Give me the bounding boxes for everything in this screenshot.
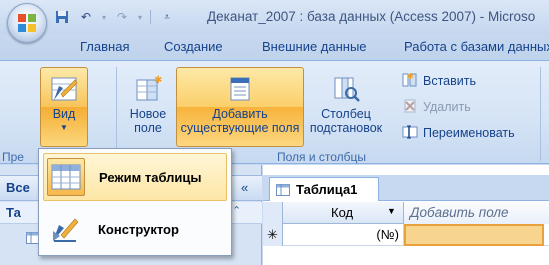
title-bar: ↶ ▾ ↷ ▾ ⩡ Деканат_2007 : база данных (Ac… [0,0,549,43]
chevron-down-icon: ▼ [60,123,68,132]
delete-column-button[interactable]: Удалить [402,97,471,117]
customize-qat-icon[interactable]: ⩡ [157,8,177,26]
nav-pane-title: Все [6,180,30,195]
delete-column-icon [402,98,418,117]
quick-access-toolbar: ↶ ▾ ↷ ▾ ⩡ [52,7,177,27]
svg-text:✱: ✱ [407,72,414,81]
insert-column-button[interactable]: ✱ Вставить [402,71,476,91]
new-field-button[interactable]: ✱ Новое поле [124,67,172,147]
menu-item-datasheet-view[interactable]: Режим таблицы [43,153,227,201]
rename-column-icon [402,124,418,143]
design-view-icon [46,210,84,248]
lookup-column-icon [328,71,364,107]
svg-text:✱: ✱ [154,75,162,86]
add-existing-fields-icon [222,71,258,107]
insert-label: Вставить [423,74,476,88]
lookup-column-button[interactable]: Столбец подстановок [306,67,386,147]
tab-home[interactable]: Главная [72,34,137,60]
window-title: Деканат_2007 : база данных (Access 2007)… [207,9,536,24]
lookup-column-label: Столбец подстановок [309,107,383,135]
rename-column-button[interactable]: Переименовать [402,123,515,143]
delete-label: Удалить [423,100,471,114]
chevron-up-icon[interactable]: ⌃ [232,204,241,217]
document-area: Таблица1 Код ▼ Добавить поле ✳ (№) [263,165,549,265]
select-all-corner[interactable] [263,202,283,224]
new-field-label: Новое поле [129,107,167,135]
document-tab-bar: Таблица1 [263,175,549,201]
document-tab-label: Таблица1 [296,182,358,197]
menu-item-label: Режим таблицы [99,169,202,185]
datasheet-view-icon [47,158,85,196]
tab-database-tools[interactable]: Работа с базами данных [396,34,549,60]
office-logo-icon [18,14,36,32]
tab-create[interactable]: Создание [156,34,231,60]
ribbon-tab-bar: Главная Создание Внешние данные Работа с… [0,34,549,60]
document-tab[interactable]: Таблица1 [269,177,379,201]
column-header-label: Добавить поле [410,205,509,220]
cell-value: (№) [376,227,399,242]
new-record-icon[interactable]: ✳ [263,224,283,246]
cell-add-field[interactable] [404,224,544,246]
column-header-label: Код [331,205,354,220]
chevron-down-icon[interactable]: ▾ [136,8,144,26]
column-header-add-field[interactable]: Добавить поле [404,202,549,224]
group-divider [116,67,117,161]
undo-icon[interactable]: ↶ [76,8,96,26]
office-button[interactable] [7,3,47,43]
view-button-label: Вид [52,107,76,121]
table-icon [276,183,290,196]
tab-external-data[interactable]: Внешние данные [254,34,375,60]
design-view-icon [46,71,82,107]
divider [150,10,151,24]
new-field-icon: ✱ [130,71,166,107]
view-dropdown-menu: Режим таблицы Конструктор [38,148,232,256]
cell-kod[interactable]: (№) [283,224,404,246]
group-label-views: Пре [2,150,24,164]
nav-group-title: Та [6,205,21,220]
add-existing-fields-label: Добавить существующие поля [180,107,300,135]
save-icon[interactable] [52,8,72,26]
view-button[interactable]: Вид ▼ [40,67,88,147]
table-row: ✳ (№) [263,224,549,246]
datasheet-header: Код ▼ Добавить поле [263,202,549,224]
insert-column-icon: ✱ [402,72,418,91]
chevron-down-icon[interactable]: ▾ [100,8,108,26]
group-divider [540,67,541,161]
group-label-fields: Поля и столбцы [277,150,367,164]
chevron-down-icon[interactable]: ▼ [387,206,396,216]
collapse-icon[interactable]: « [241,180,248,195]
add-existing-fields-button[interactable]: Добавить существующие поля [176,67,304,147]
menu-item-design-view[interactable]: Конструктор [43,205,227,253]
redo-icon[interactable]: ↷ [112,8,132,26]
menu-item-label: Конструктор [98,221,179,237]
column-header-kod[interactable]: Код ▼ [283,202,404,224]
rename-label: Переименовать [423,126,515,140]
